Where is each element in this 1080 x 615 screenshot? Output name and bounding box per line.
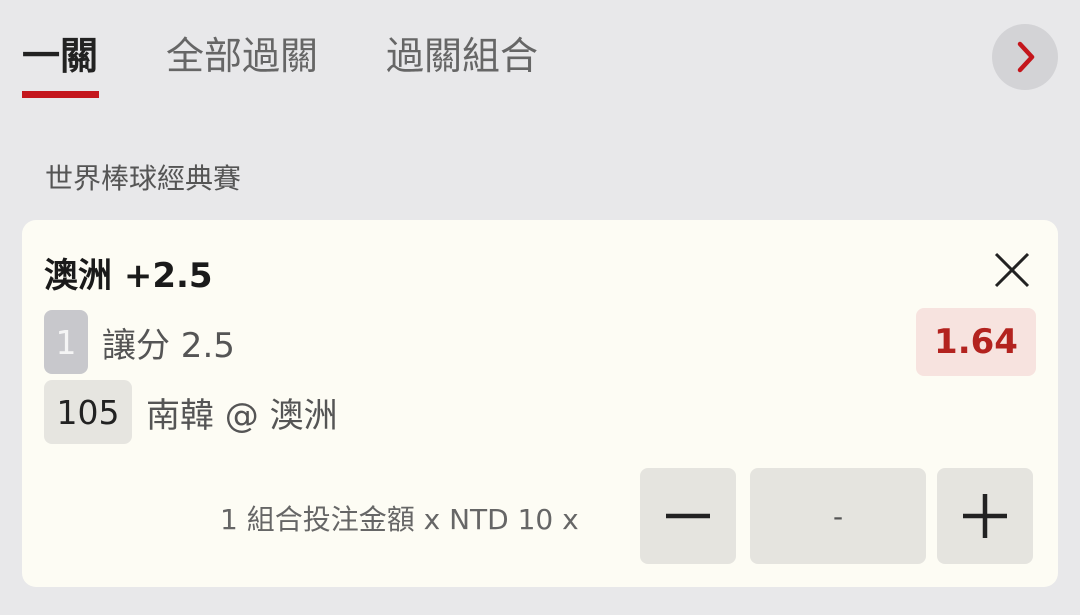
- bet-slip-card: 澳洲 +2.5 1 讓分 2.5 1.64 105 南韓 @ 澳洲 1 組合投注…: [22, 220, 1058, 587]
- section-title: 世界棒球經典賽: [45, 162, 242, 195]
- increase-stake-button[interactable]: [937, 468, 1033, 564]
- odds-value[interactable]: 1.64: [916, 308, 1036, 376]
- event-label: 南韓 @ 澳洲: [146, 395, 338, 436]
- market-label: 讓分 2.5: [102, 325, 235, 366]
- event-row: 105 南韓 @ 澳洲: [44, 380, 338, 444]
- tab-all-parlay[interactable]: 全部過關: [166, 30, 318, 82]
- market-row: 1 讓分 2.5: [44, 310, 235, 374]
- remove-bet-button[interactable]: [992, 250, 1032, 290]
- bet-type-tabs: 一關 全部過關 過關組合: [0, 0, 1080, 110]
- bet-selection-title: 澳洲 +2.5: [44, 256, 213, 296]
- next-button[interactable]: [992, 24, 1058, 90]
- line-number-badge: 1: [44, 310, 88, 374]
- active-tab-indicator: [22, 91, 99, 98]
- close-icon: [992, 252, 1032, 294]
- event-number-badge: 105: [44, 380, 132, 444]
- stake-amount-field[interactable]: -: [750, 468, 926, 564]
- stake-label: 1 組合投注金額 x NTD 10 x: [220, 503, 579, 536]
- tab-parlay-combo[interactable]: 過關組合: [386, 30, 538, 82]
- tab-single[interactable]: 一關: [22, 30, 98, 82]
- decrease-stake-button[interactable]: [640, 468, 736, 564]
